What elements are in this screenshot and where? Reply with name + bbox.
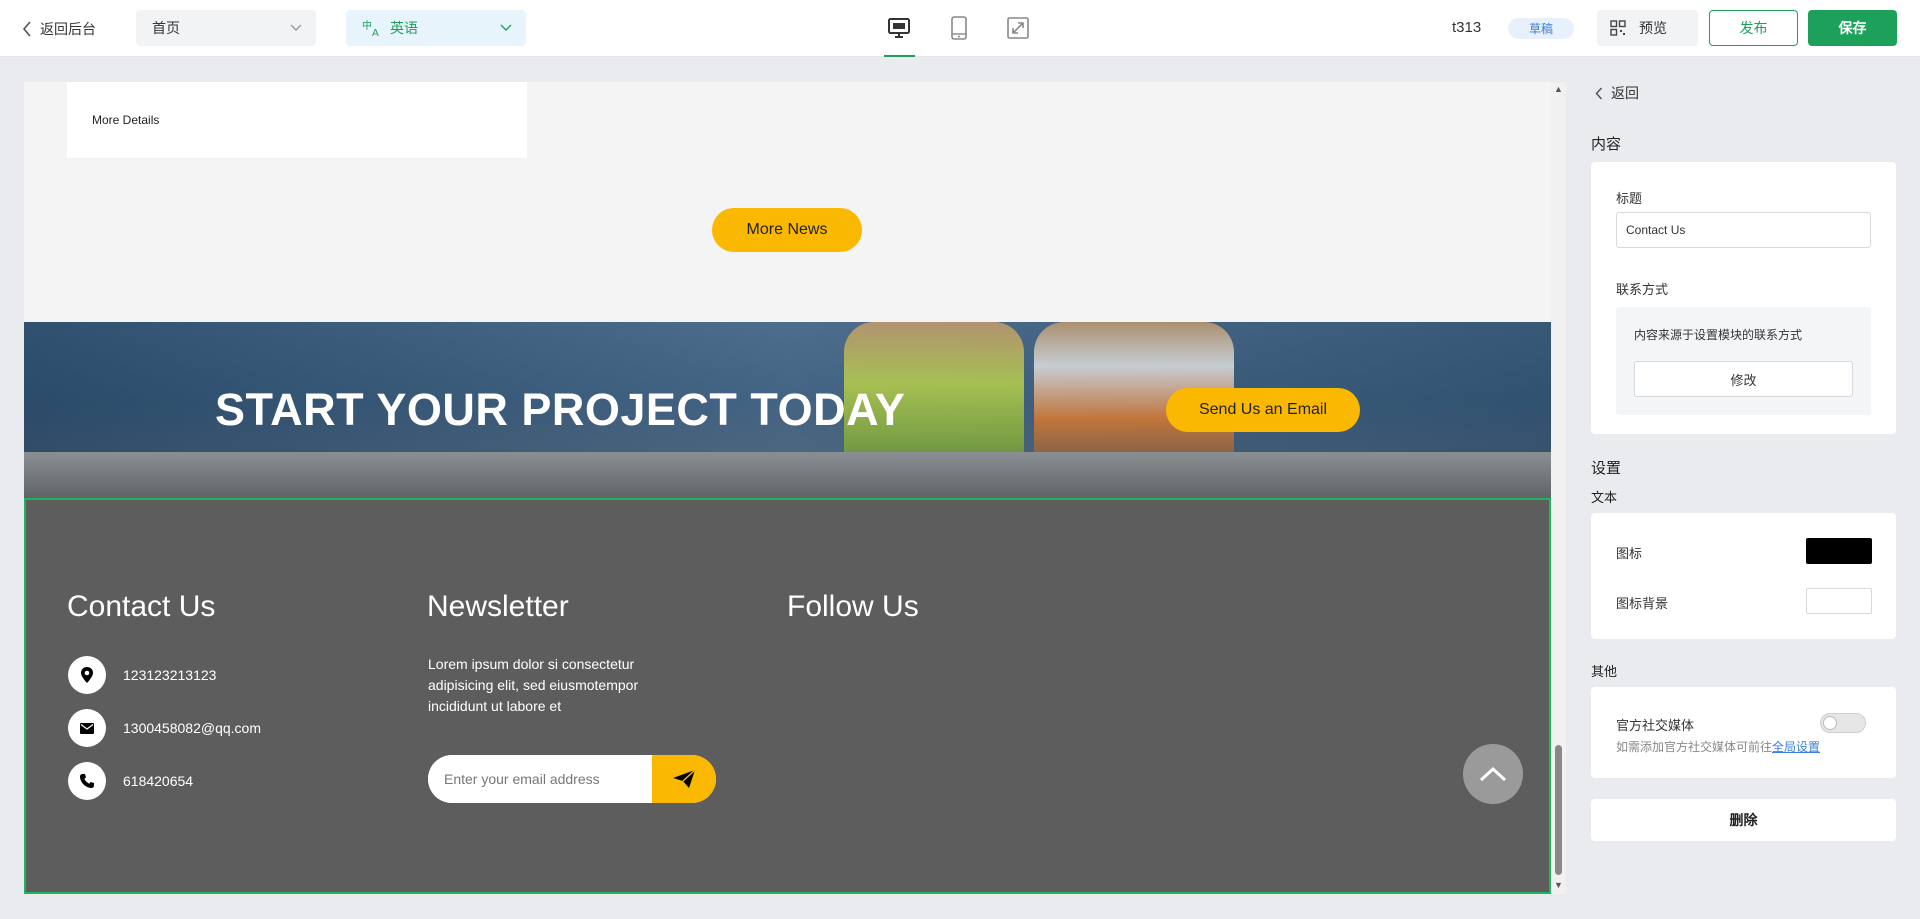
footer-section[interactable]: Contact Us Newsletter Follow Us 12312321… bbox=[24, 498, 1551, 894]
send-email-button[interactable]: Send Us an Email bbox=[1166, 388, 1360, 432]
chevron-down-icon bbox=[500, 24, 512, 31]
newsletter-heading: Newsletter bbox=[427, 590, 569, 623]
status-badge: 草稿 bbox=[1508, 18, 1574, 39]
svg-text:中: 中 bbox=[362, 19, 372, 32]
newsletter-send-button[interactable] bbox=[652, 755, 716, 803]
chevron-down-icon bbox=[290, 24, 302, 31]
phone-icon bbox=[68, 762, 106, 800]
canvas-scrollbar[interactable]: ▲ ▼ bbox=[1551, 82, 1566, 894]
icon-color-label: 图标 bbox=[1616, 546, 1643, 561]
scroll-down-arrow-icon[interactable]: ▼ bbox=[1554, 880, 1563, 890]
page-select[interactable]: 首页 bbox=[136, 10, 316, 46]
panel-back-button[interactable]: 返回 bbox=[1595, 83, 1639, 103]
icon-color-swatch[interactable] bbox=[1806, 538, 1872, 564]
language-select[interactable]: 中A 英语 bbox=[346, 10, 526, 46]
scroll-up-arrow-icon[interactable]: ▲ bbox=[1554, 84, 1563, 94]
title-label: 标题 bbox=[1616, 191, 1643, 206]
contact-email-row: 1300458082@qq.com bbox=[68, 709, 261, 747]
contact-address-row: 123123213123 bbox=[68, 656, 216, 694]
svg-text:A: A bbox=[372, 28, 379, 37]
active-device-indicator bbox=[884, 55, 915, 57]
qr-code-icon bbox=[1610, 20, 1626, 36]
contact-phone: 618420654 bbox=[123, 773, 194, 789]
preview-group: 预览 bbox=[1597, 10, 1698, 46]
newsletter-form bbox=[428, 755, 716, 803]
contact-email: 1300458082@qq.com bbox=[123, 720, 261, 736]
page-select-value: 首页 bbox=[152, 20, 180, 36]
tablet-icon bbox=[951, 16, 967, 40]
back-to-admin-button[interactable]: 返回后台 bbox=[22, 19, 96, 39]
contact-label: 联系方式 bbox=[1616, 282, 1669, 297]
cta-banner: START YOUR PROJECT TODAY Send Us an Emai… bbox=[24, 322, 1551, 498]
cta-title: START YOUR PROJECT TODAY bbox=[215, 384, 906, 435]
edit-contact-button[interactable]: 修改 bbox=[1634, 361, 1853, 397]
panel-back-label: 返回 bbox=[1611, 85, 1639, 101]
delete-button[interactable]: 删除 bbox=[1591, 799, 1896, 841]
contact-source-note: 内容来源于设置模块的联系方式 bbox=[1634, 328, 1803, 342]
top-toolbar: 返回后台 首页 中A 英语 t313 草稿 预览 发布 保存 bbox=[0, 0, 1920, 57]
content-section-title: 内容 bbox=[1591, 136, 1622, 153]
back-to-admin-label: 返回后台 bbox=[40, 21, 96, 37]
scrollbar-thumb[interactable] bbox=[1555, 745, 1562, 875]
icon-bg-color-swatch[interactable] bbox=[1806, 588, 1872, 614]
publish-button[interactable]: 发布 bbox=[1709, 10, 1798, 46]
chevron-up-icon bbox=[1479, 766, 1507, 782]
settings-section-title: 设置 bbox=[1591, 460, 1622, 477]
news-card: More Details bbox=[67, 82, 527, 158]
social-media-label: 官方社交媒体 bbox=[1616, 718, 1695, 733]
text-subsection-title: 文本 bbox=[1591, 490, 1618, 505]
follow-us-heading: Follow Us bbox=[787, 590, 919, 623]
qr-code-button[interactable] bbox=[1597, 10, 1639, 46]
page-canvas: More Details More News START YOUR PROJEC… bbox=[24, 82, 1551, 894]
newsletter-email-input[interactable] bbox=[428, 755, 652, 803]
hint-text: 如需添加官方社交媒体可前往 bbox=[1616, 740, 1773, 754]
banner-photo-roof bbox=[24, 452, 1551, 498]
location-icon bbox=[68, 656, 106, 694]
chevron-left-icon bbox=[22, 21, 31, 37]
other-settings-card: 官方社交媒体 如需添加官方社交媒体可前往全局设置 bbox=[1591, 687, 1896, 778]
more-details-link[interactable]: More Details bbox=[92, 113, 159, 127]
toggle-knob bbox=[1823, 716, 1837, 730]
site-name: t313 bbox=[1452, 19, 1482, 36]
social-media-hint: 如需添加官方社交媒体可前往全局设置 bbox=[1616, 738, 1820, 755]
social-media-toggle[interactable] bbox=[1820, 713, 1866, 733]
properties-panel: 返回 内容 标题 联系方式 内容来源于设置模块的联系方式 修改 设置 文本 图标… bbox=[1591, 57, 1896, 919]
contact-us-heading: Contact Us bbox=[67, 590, 216, 623]
language-select-value: 英语 bbox=[390, 20, 418, 36]
newsletter-text: Lorem ipsum dolor si consectetur adipisi… bbox=[428, 656, 639, 714]
translate-icon: 中A bbox=[362, 19, 379, 37]
icon-bg-color-label: 图标背景 bbox=[1616, 596, 1669, 611]
tablet-view-button[interactable] bbox=[945, 14, 973, 42]
content-card: 标题 联系方式 内容来源于设置模块的联系方式 修改 bbox=[1591, 162, 1896, 434]
send-icon bbox=[673, 769, 696, 788]
more-news-button[interactable]: More News bbox=[712, 208, 862, 252]
desktop-view-button[interactable] bbox=[885, 14, 913, 42]
desktop-icon bbox=[888, 18, 910, 38]
chevron-left-icon bbox=[1595, 86, 1603, 100]
contact-source-box: 内容来源于设置模块的联系方式 修改 bbox=[1616, 307, 1871, 415]
contact-phone-row: 618420654 bbox=[68, 762, 193, 800]
fullscreen-view-button[interactable] bbox=[1004, 14, 1032, 42]
preview-button[interactable]: 预览 bbox=[1639, 18, 1667, 38]
mail-icon bbox=[68, 709, 106, 747]
save-button[interactable]: 保存 bbox=[1808, 10, 1897, 46]
fullscreen-icon bbox=[1007, 17, 1029, 39]
contact-address: 123123213123 bbox=[123, 667, 217, 683]
title-input[interactable] bbox=[1616, 212, 1871, 248]
other-subsection-title: 其他 bbox=[1591, 664, 1618, 679]
back-to-top-button[interactable] bbox=[1463, 744, 1523, 804]
text-settings-card: 图标 图标背景 bbox=[1591, 513, 1896, 639]
global-settings-link[interactable]: 全局设置 bbox=[1772, 740, 1820, 754]
